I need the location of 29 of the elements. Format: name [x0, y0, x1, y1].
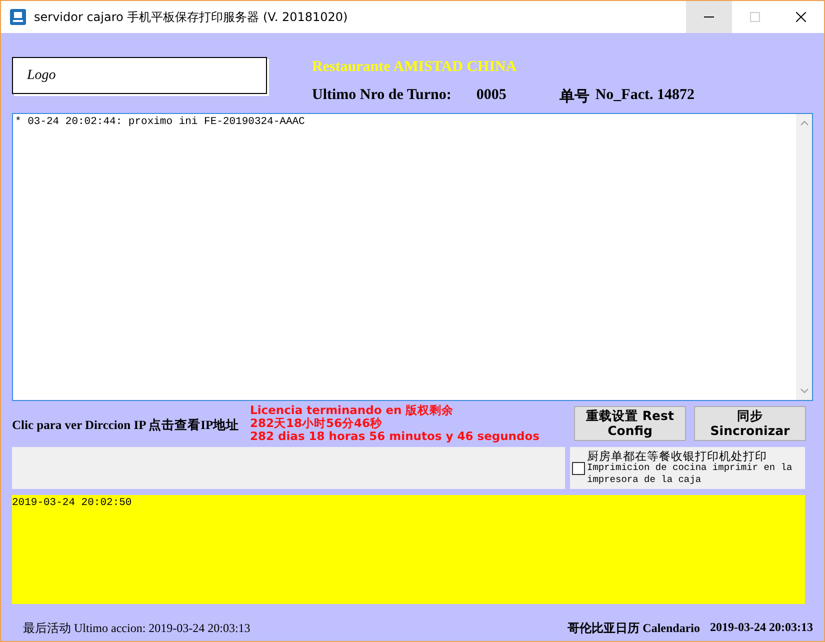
- window-title: servidor cajaro 手机平板保存打印服务器 (V. 20181020): [34, 8, 349, 26]
- checkbox-label: Imprimicion de cocina imprimir en la impresora de la caja: [587, 462, 794, 486]
- checkbox-label: 厨房单都在等餐收银打印机处打印: [587, 450, 768, 462]
- log-line: * 03-24 20:02:44: proximo ini FE-20190324-AAAC: [15, 116, 306, 128]
- checkbox[interactable]: [572, 462, 585, 474]
- scroll-down-icon[interactable]: [800, 388, 808, 394]
- license-text: 282天18小时56分46秒: [250, 416, 384, 430]
- invoice-number: No_Fact. 14872: [595, 87, 694, 105]
- action-button[interactable]: 重载设置 Rest Config: [574, 406, 686, 440]
- turn-label: Ultimo Nro de Turno:: [312, 87, 452, 105]
- license-text: 282 dias 18 horas 56 minutos y 46 segundos: [250, 430, 540, 442]
- minimize-button[interactable]: [686, 1, 732, 33]
- turn-number: 0005: [476, 87, 506, 105]
- restaurant-name: Restaurante AMISTAD CHINA: [312, 59, 518, 76]
- invoice-label: 单号: [559, 87, 590, 106]
- close-icon: [796, 12, 806, 22]
- license-text: Licencia terminando en 版权剩余: [250, 404, 455, 416]
- calendar-label: 哥伦比亚日历 Calendario: [568, 620, 700, 637]
- maximize-icon: [750, 12, 760, 22]
- log-textarea[interactable]: * 03-24 20:02:44: proximo ini FE-20190324-AAAC: [12, 113, 813, 401]
- action-button[interactable]: 同步 Sincronizar: [694, 406, 806, 440]
- scroll-up-icon[interactable]: [800, 120, 808, 126]
- logo-box: Logo: [12, 57, 267, 94]
- event-log-line: 2019-03-24 20:02:50: [12, 497, 133, 509]
- scrollbar[interactable]: [796, 114, 812, 400]
- calendar-time: 2019-03-24 20:03:13: [710, 620, 813, 636]
- app-icon: [10, 9, 26, 25]
- last-action-text: 最后活动 Ultimo accion: 2019-03-24 20:03:13: [23, 620, 250, 637]
- ip-address-link[interactable]: Clic para ver Dirccion IP 点击查看IP地址: [12, 416, 250, 434]
